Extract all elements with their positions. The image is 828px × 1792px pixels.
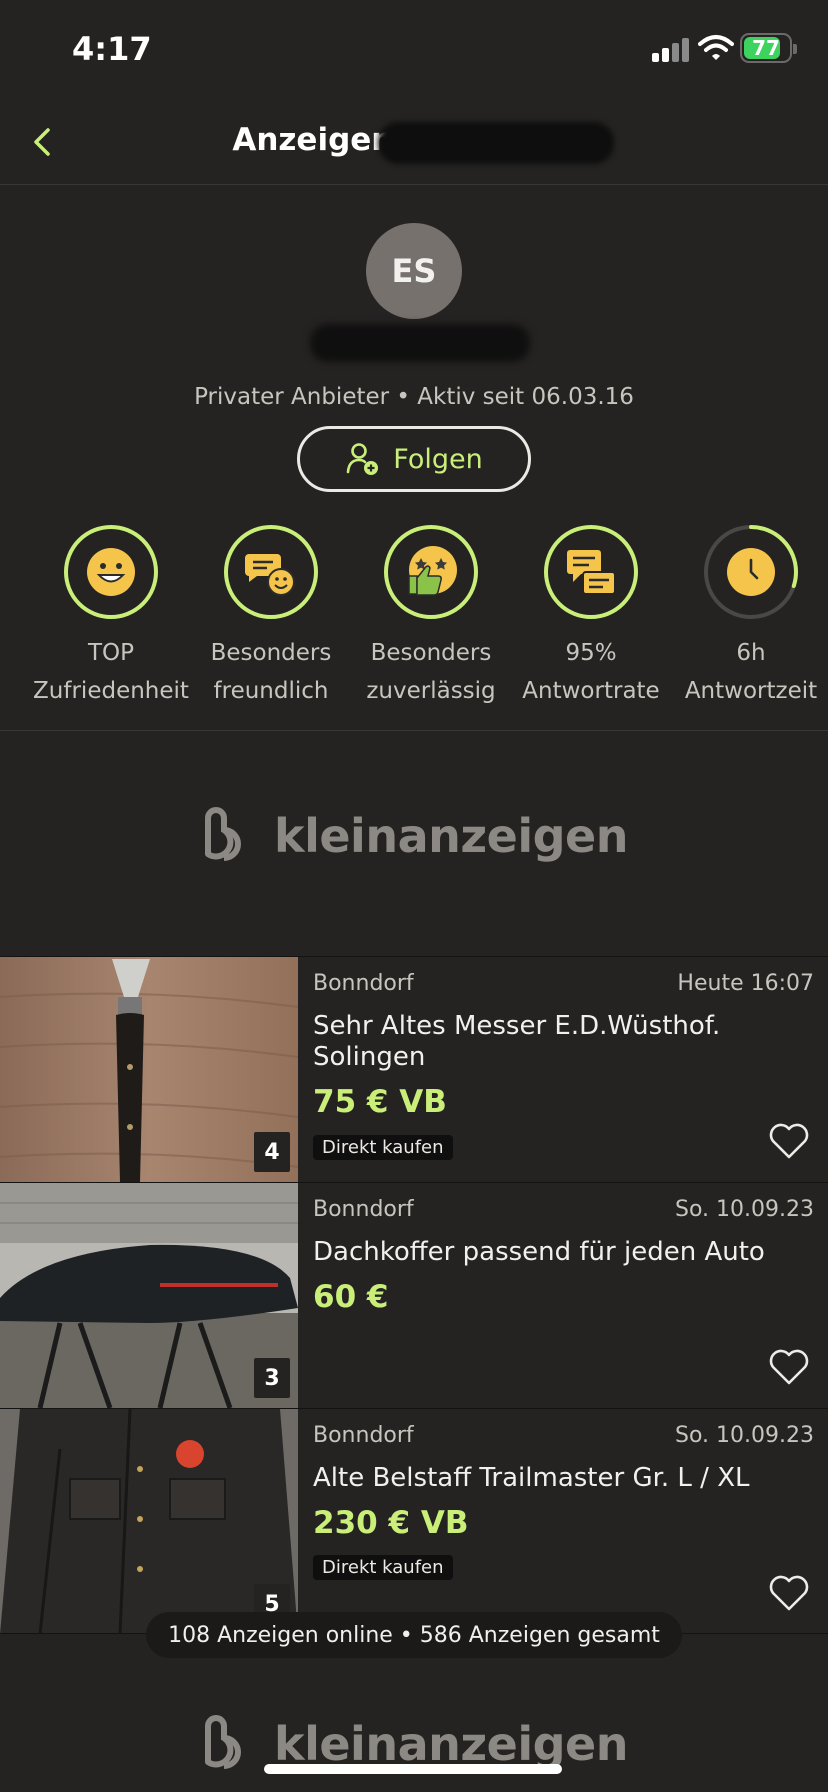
- badge-label-1: Besonders: [370, 640, 492, 666]
- direct-buy-badge: Direkt kaufen: [313, 1555, 453, 1580]
- listing-image[interactable]: 4: [0, 957, 298, 1182]
- status-time: 4:17: [72, 30, 152, 68]
- listing-row[interactable]: 5 Bonndorf So. 10.09.23 Alte Belstaff Tr…: [0, 1408, 828, 1634]
- kleinanzeigen-logo-icon: [205, 807, 242, 861]
- kleinanzeigen-logo-icon: [205, 1715, 242, 1769]
- badge-label-2: Antwortzeit: [684, 678, 818, 704]
- badge-label-2: freundlich: [213, 678, 329, 704]
- kleinanzeigen-logo: kleinanzeigen: [0, 804, 828, 868]
- clock-icon: [704, 525, 798, 619]
- listing-location: Bonndorf: [313, 971, 414, 996]
- listing-price: 75 € VB: [313, 1084, 447, 1120]
- badge-response-rate: 95% Antwortrate: [511, 524, 671, 710]
- listing-title: Alte Belstaff Trailmaster Gr. L / XL: [313, 1463, 750, 1493]
- home-indicator[interactable]: [264, 1764, 562, 1774]
- logo-text: kleinanzeigen: [274, 809, 628, 863]
- badge-satisfaction: TOP Zufriedenheit: [31, 524, 191, 710]
- listing-price: 60 €: [313, 1279, 389, 1315]
- badge-label-2: Antwortrate: [522, 678, 660, 704]
- heart-icon[interactable]: [768, 1122, 810, 1160]
- badge-label-1: 95%: [565, 640, 617, 666]
- image-count: 3: [254, 1358, 290, 1398]
- heart-icon[interactable]: [768, 1574, 810, 1612]
- badges-divider: [0, 730, 828, 731]
- follow-button[interactable]: Folgen: [297, 426, 531, 492]
- follow-label: Folgen: [393, 443, 483, 475]
- listing-row[interactable]: 4 Bonndorf Heute 16:07 Sehr Altes Messer…: [0, 956, 828, 1182]
- heart-icon[interactable]: [768, 1348, 810, 1386]
- thumbs-up-stars-icon: [384, 525, 478, 619]
- direct-buy-badge: Direkt kaufen: [313, 1135, 453, 1160]
- badge-label-2: Zufriedenheit: [33, 678, 189, 704]
- seller-meta: Privater Anbieter • Aktiv seit 06.03.16: [194, 384, 634, 410]
- listing-row[interactable]: 3 Bonndorf So. 10.09.23 Dachkoffer passe…: [0, 1182, 828, 1408]
- logo-text: kleinanzeigen: [274, 1717, 628, 1771]
- battery-icon: 77: [740, 33, 797, 63]
- smiley-icon: [64, 525, 158, 619]
- badge-response-time: 6h Antwortzeit: [671, 524, 828, 710]
- listing-location: Bonndorf: [313, 1197, 414, 1222]
- redacted-name: [378, 122, 614, 164]
- badge-label-1: TOP: [87, 640, 135, 666]
- wifi-icon: [698, 35, 734, 60]
- badge-label-1: Besonders: [210, 640, 332, 666]
- listing-image[interactable]: 5: [0, 1409, 298, 1634]
- redacted-username: [310, 324, 530, 362]
- listing-price: 230 € VB: [313, 1505, 469, 1541]
- chat-bubbles-icon: [544, 525, 638, 619]
- add-user-icon: [346, 443, 379, 475]
- avatar: ES: [366, 223, 462, 319]
- listing-image[interactable]: 3: [0, 1183, 298, 1408]
- listing-date: So. 10.09.23: [675, 1423, 814, 1448]
- badge-friendly: Besonders freundlich: [191, 524, 351, 710]
- listing-date: Heute 16:07: [677, 971, 814, 996]
- badge-label-1: 6h: [736, 640, 766, 666]
- listing-date: So. 10.09.23: [675, 1197, 814, 1222]
- listing-location: Bonndorf: [313, 1423, 414, 1448]
- listing-title: Sehr Altes Messer E.D.Wüsthof. Solingen: [313, 1011, 721, 1072]
- battery-level: 77: [752, 36, 780, 60]
- listing-title: Dachkoffer passend für jeden Auto: [313, 1237, 765, 1267]
- chat-smiley-icon: [224, 525, 318, 619]
- badge-reliable: Besonders zuverlässig: [351, 524, 511, 710]
- image-count: 4: [254, 1132, 290, 1172]
- listing-summary: 108 Anzeigen online • 586 Anzeigen gesam…: [146, 1612, 682, 1658]
- cellular-signal-icon: [652, 36, 690, 62]
- header-divider: [0, 184, 828, 185]
- badge-label-2: zuverlässig: [366, 678, 496, 704]
